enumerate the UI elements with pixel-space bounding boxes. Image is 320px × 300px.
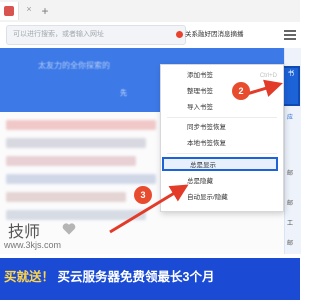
- banner-text: 买就送！ 买云服务器免费领最长3个月: [4, 266, 214, 285]
- step-badge: 2: [232, 82, 250, 100]
- heart-icon: [62, 223, 76, 235]
- step-badge: 3: [134, 186, 152, 204]
- watermark-main: 技师: [8, 224, 41, 241]
- watermark: 技师 www.3kjs.com: [2, 218, 92, 254]
- banner-part2: 买云服务器免费领最长3个月: [57, 270, 215, 284]
- promo-banner[interactable]: 买就送！ 买云服务器免费领最长3个月: [0, 258, 300, 300]
- annotation-arrows: [109, 79, 283, 234]
- watermark-url: www.3kjs.com: [4, 240, 62, 250]
- banner-part1: 买就送！: [4, 270, 55, 284]
